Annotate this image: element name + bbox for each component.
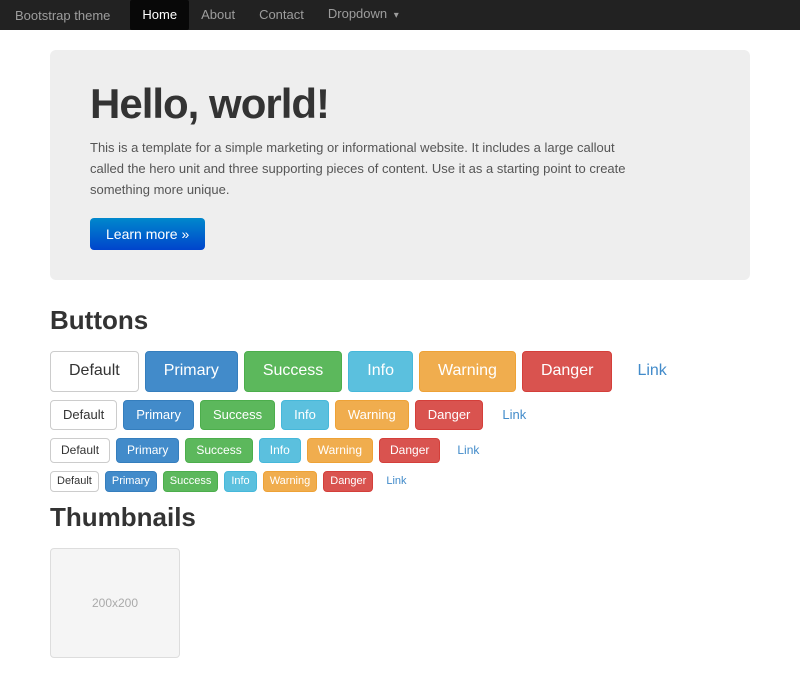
thumbnails-section-title: Thumbnails (50, 502, 750, 533)
button-row-xs: Default Primary Success Info Warning Dan… (50, 471, 750, 492)
main-container: Hello, world! This is a template for a s… (35, 30, 765, 678)
nav-link-home[interactable]: Home (130, 0, 189, 30)
btn-danger-lg[interactable]: Danger (522, 351, 612, 391)
nav-item-contact[interactable]: Contact (247, 0, 316, 30)
btn-primary-md[interactable]: Primary (123, 400, 194, 430)
navbar: Bootstrap theme Home About Contact Dropd… (0, 0, 800, 30)
btn-warning-md[interactable]: Warning (335, 400, 409, 430)
button-row-sm: Default Primary Success Info Warning Dan… (50, 438, 750, 463)
buttons-section-title: Buttons (50, 305, 750, 336)
btn-danger-md[interactable]: Danger (415, 400, 484, 430)
btn-success-md[interactable]: Success (200, 400, 275, 430)
hero-title: Hello, world! (90, 80, 710, 128)
btn-warning-lg[interactable]: Warning (419, 351, 516, 391)
btn-warning-xs[interactable]: Warning (263, 471, 318, 492)
btn-warning-sm[interactable]: Warning (307, 438, 373, 463)
button-row-md: Default Primary Success Info Warning Dan… (50, 400, 750, 430)
thumbnail-item: 200x200 (50, 548, 180, 658)
btn-danger-xs[interactable]: Danger (323, 471, 373, 492)
btn-default-sm[interactable]: Default (50, 438, 110, 463)
btn-link-sm[interactable]: Link (446, 438, 490, 463)
btn-primary-lg[interactable]: Primary (145, 351, 238, 391)
btn-link-xs[interactable]: Link (379, 471, 413, 492)
nav-item-home[interactable]: Home (130, 0, 189, 30)
btn-default-md[interactable]: Default (50, 400, 117, 430)
btn-danger-sm[interactable]: Danger (379, 438, 440, 463)
nav-item-dropdown[interactable]: Dropdown ▾ (316, 0, 411, 31)
btn-default-xs[interactable]: Default (50, 471, 99, 492)
btn-info-sm[interactable]: Info (259, 438, 301, 463)
btn-primary-xs[interactable]: Primary (105, 471, 157, 492)
btn-success-lg[interactable]: Success (244, 351, 342, 391)
btn-success-xs[interactable]: Success (163, 471, 219, 492)
nav-link-about[interactable]: About (189, 0, 247, 30)
btn-info-xs[interactable]: Info (224, 471, 256, 492)
hero-unit: Hello, world! This is a template for a s… (50, 50, 750, 280)
nav-item-about[interactable]: About (189, 0, 247, 30)
button-row-lg: Default Primary Success Info Warning Dan… (50, 351, 750, 391)
thumbnails-section: Thumbnails 200x200 (50, 502, 750, 658)
learn-more-button[interactable]: Learn more » (90, 218, 205, 250)
btn-success-sm[interactable]: Success (185, 438, 252, 463)
chevron-down-icon: ▾ (394, 10, 399, 21)
btn-info-md[interactable]: Info (281, 400, 329, 430)
nav-link-dropdown[interactable]: Dropdown ▾ (316, 0, 411, 31)
buttons-section: Buttons Default Primary Success Info War… (50, 305, 750, 492)
nav-link-contact[interactable]: Contact (247, 0, 316, 30)
navbar-brand[interactable]: Bootstrap theme (15, 8, 110, 23)
btn-link-lg[interactable]: Link (618, 351, 685, 391)
btn-default-lg[interactable]: Default (50, 351, 139, 391)
btn-primary-sm[interactable]: Primary (116, 438, 179, 463)
thumbnail-label: 200x200 (92, 596, 138, 610)
navbar-nav: Home About Contact Dropdown ▾ (130, 0, 410, 31)
btn-link-md[interactable]: Link (489, 400, 539, 430)
hero-description: This is a template for a simple marketin… (90, 138, 650, 200)
btn-info-lg[interactable]: Info (348, 351, 413, 391)
